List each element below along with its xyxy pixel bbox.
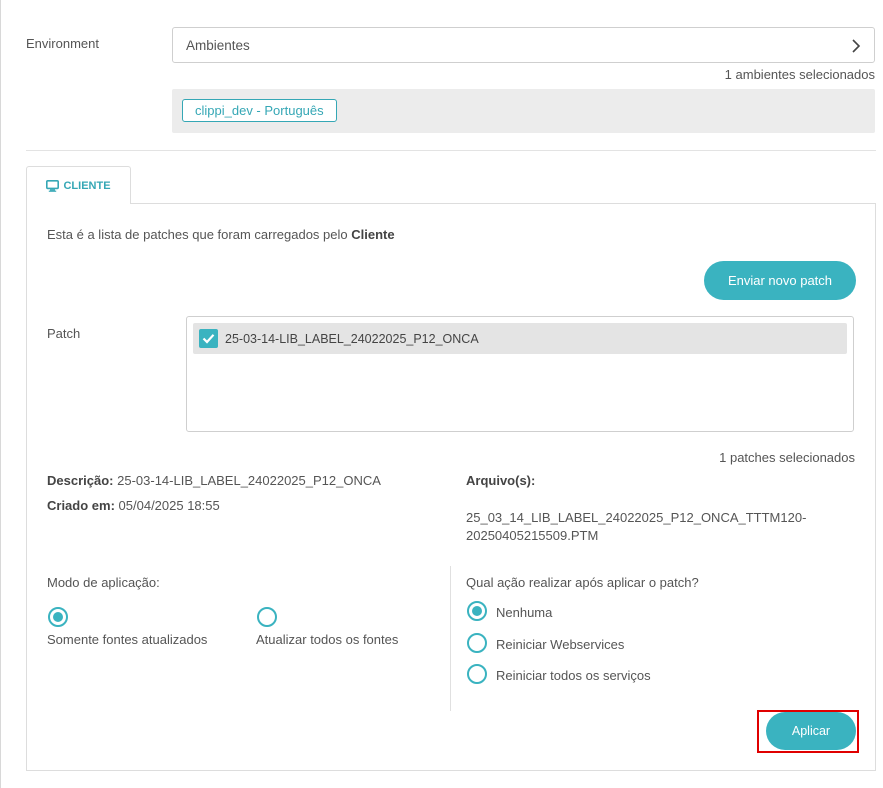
mode-option-all-sources: Atualizar todos os fontes: [256, 632, 399, 647]
mode-radio-updated-only[interactable]: [48, 607, 68, 627]
apply-button[interactable]: Aplicar: [766, 712, 856, 750]
action-option-none: Nenhuma: [496, 605, 553, 620]
action-radio-restart-all[interactable]: [467, 664, 487, 684]
files-value: 25_03_14_LIB_LABEL_24022025_P12_ONCA_TTT…: [466, 510, 807, 543]
mode-option-updated-only: Somente fontes atualizados: [47, 632, 208, 647]
tab-cliente-label: CLIENTE: [63, 179, 111, 192]
tab-cliente[interactable]: CLIENTE: [26, 166, 131, 204]
files-label: Arquivo(s):: [466, 473, 536, 488]
intro-bold: Cliente: [351, 227, 395, 242]
patch-list-intro: Esta é a lista de patches que foram carr…: [47, 227, 395, 242]
left-edge-divider: [0, 0, 1, 788]
section-divider: [26, 150, 876, 151]
created-value: 05/04/2025 18:55: [118, 498, 220, 513]
intro-text: Esta é a lista de patches que foram carr…: [47, 227, 352, 242]
patch-description: Descrição: 25-03-14-LIB_LABEL_24022025_P…: [47, 473, 381, 488]
patch-list[interactable]: 25-03-14-LIB_LABEL_24022025_P12_ONCA: [186, 316, 854, 432]
send-new-patch-button[interactable]: Enviar novo patch: [704, 261, 856, 300]
environment-tags-area: clippi_dev - Português: [172, 89, 875, 133]
environment-selected-count: 1 ambientes selecionados: [724, 67, 875, 82]
environment-tag[interactable]: clippi_dev - Português: [182, 99, 337, 122]
action-option-restart-all: Reiniciar todos os serviços: [496, 668, 651, 683]
patch-item-label: 25-03-14-LIB_LABEL_24022025_P12_ONCA: [225, 331, 479, 346]
mode-radio-all-sources[interactable]: [257, 607, 277, 627]
action-radio-none[interactable]: [467, 601, 487, 621]
action-option-restart-webservices: Reiniciar Webservices: [496, 637, 625, 652]
patch-checkbox[interactable]: [199, 329, 218, 348]
check-icon: [202, 334, 215, 344]
environment-select[interactable]: Ambientes: [172, 27, 875, 63]
patch-label: Patch: [47, 326, 81, 341]
options-divider: [450, 566, 451, 711]
chevron-right-icon: [852, 39, 861, 53]
mode-title: Modo de aplicação:: [47, 575, 160, 590]
monitor-icon: [46, 179, 60, 192]
created-label: Criado em:: [47, 498, 115, 513]
patch-selected-count: 1 patches selecionados: [719, 450, 855, 465]
patch-created: Criado em: 05/04/2025 18:55: [47, 498, 220, 513]
environment-label: Environment: [26, 36, 99, 51]
environment-select-value: Ambientes: [186, 37, 250, 53]
patch-list-item[interactable]: 25-03-14-LIB_LABEL_24022025_P12_ONCA: [193, 323, 847, 354]
action-radio-restart-webservices[interactable]: [467, 633, 487, 653]
description-value: 25-03-14-LIB_LABEL_24022025_P12_ONCA: [117, 473, 381, 488]
post-action-title: Qual ação realizar após aplicar o patch?: [466, 575, 699, 590]
description-label: Descrição:: [47, 473, 114, 488]
